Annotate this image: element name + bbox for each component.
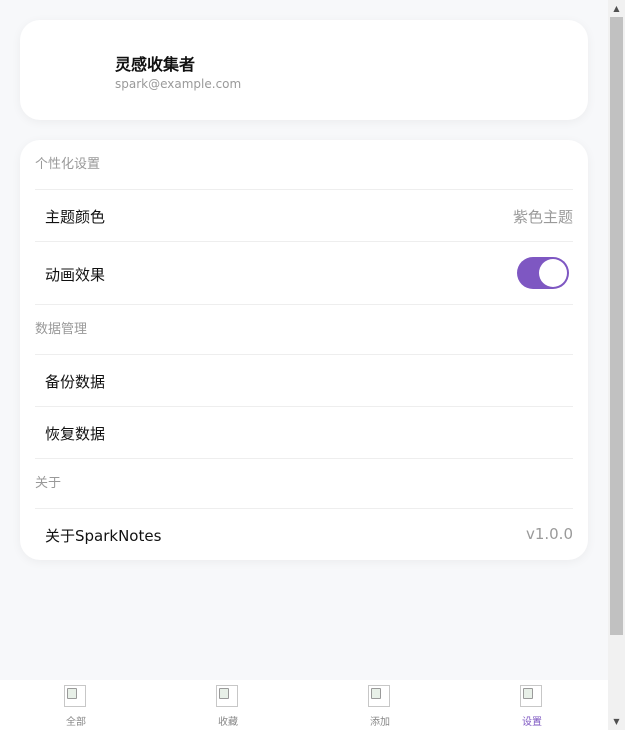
theme-color-label: 主题颜色 [45, 208, 106, 226]
tab-add[interactable]: 添加 [304, 680, 456, 730]
vertical-scrollbar[interactable]: ▲ ▼ [608, 0, 625, 730]
restore-data-label: 恢复数据 [45, 425, 106, 443]
tab-all[interactable]: 全部 [0, 680, 152, 730]
version-value: v1.0.0 [525, 525, 573, 543]
profile-name: 灵感收集者 [115, 55, 196, 74]
profile-email: spark@example.com [115, 77, 242, 91]
toggle-knob [539, 259, 567, 287]
animation-row: 动画效果 [35, 242, 573, 305]
image-placeholder-icon [368, 685, 390, 707]
tab-label: 收藏 [218, 717, 238, 728]
section-header-data-management: 数据管理 [35, 305, 573, 355]
animation-label: 动画效果 [45, 266, 106, 284]
scroll-down-arrow-icon[interactable]: ▼ [608, 713, 625, 730]
about-label: 关于SparkNotes [45, 527, 162, 545]
scrollbar-thumb[interactable] [610, 17, 623, 635]
about-row[interactable]: 关于SparkNotes v1.0.0 [35, 509, 573, 560]
image-placeholder-icon [64, 685, 86, 707]
bottom-tab-bar: 全部 收藏 添加 设置 [0, 680, 608, 730]
backup-data-row[interactable]: 备份数据 [35, 355, 573, 407]
tab-favorites[interactable]: 收藏 [152, 680, 304, 730]
section-header-about: 关于 [35, 459, 573, 509]
tab-settings[interactable]: 设置 [456, 680, 608, 730]
section-header-personalization: 个性化设置 [35, 140, 573, 190]
image-placeholder-icon [520, 685, 542, 707]
tab-label: 添加 [370, 717, 390, 728]
theme-color-row[interactable]: 主题颜色 紫色主题 [35, 190, 573, 242]
app-viewport: 灵感收集者 spark@example.com 个性化设置 主题颜色 紫色主题 … [0, 0, 608, 730]
animation-toggle[interactable] [517, 257, 569, 289]
profile-card: 灵感收集者 spark@example.com [20, 20, 588, 120]
backup-data-label: 备份数据 [45, 373, 106, 391]
avatar [50, 45, 100, 95]
image-placeholder-icon [216, 685, 238, 707]
tab-label: 设置 [522, 717, 542, 728]
settings-card: 个性化设置 主题颜色 紫色主题 动画效果 数据管理 备份数据 恢复数据 关于 关… [20, 140, 588, 560]
scroll-up-arrow-icon[interactable]: ▲ [608, 0, 625, 17]
theme-color-value: 紫色主题 [512, 208, 573, 226]
tab-label: 全部 [66, 717, 86, 728]
restore-data-row[interactable]: 恢复数据 [35, 407, 573, 459]
